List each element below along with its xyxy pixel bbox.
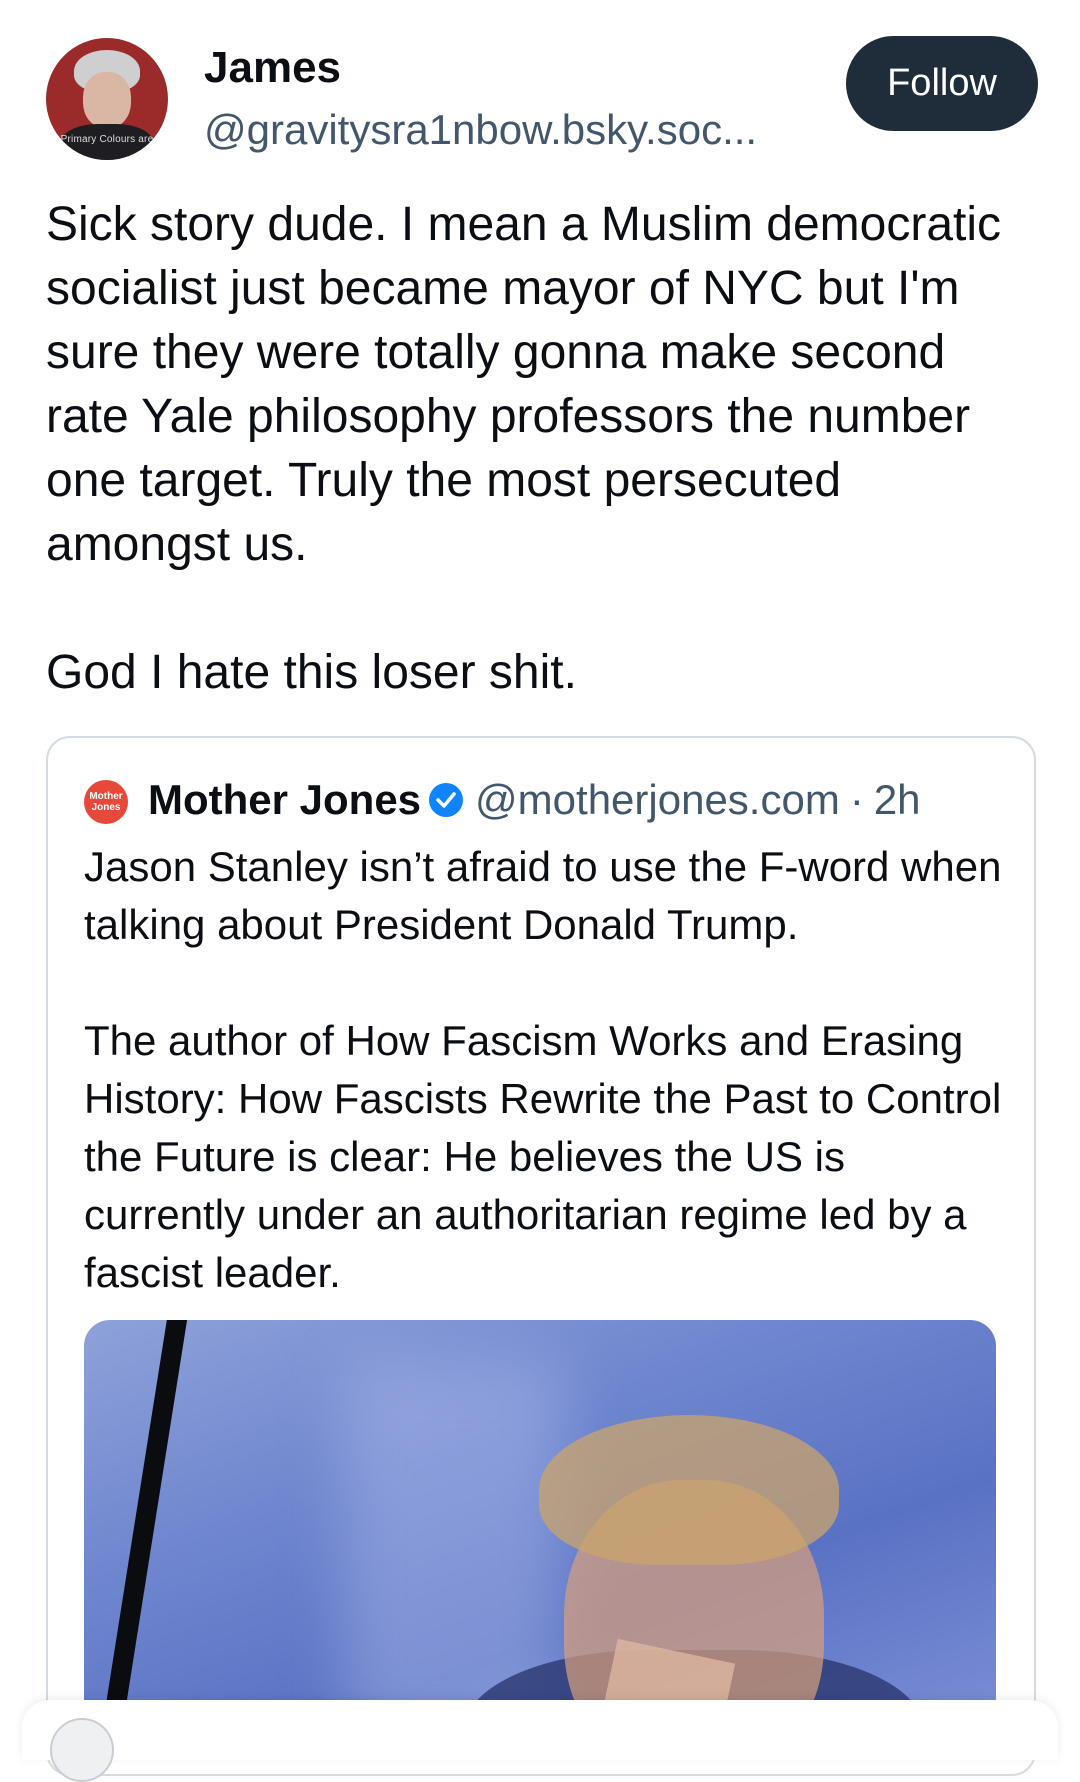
- quoted-post-card[interactable]: Mother Jones Mother Jones @motherjones.c…: [46, 736, 1036, 1776]
- quoted-post-time: 2h: [873, 776, 921, 823]
- follow-button[interactable]: Follow: [846, 36, 1038, 131]
- post: Primary Colours are James @gravitysra1nb…: [0, 0, 1080, 1782]
- quoted-text-paragraph: Jason Stanley isn’t afraid to use the F-…: [84, 843, 1002, 948]
- image-window-pillar: [96, 1320, 190, 1740]
- quoted-text-paragraph: The author of How Fascism Works and Eras…: [84, 1017, 1002, 1296]
- mother-jones-logo[interactable]: Mother Jones: [84, 780, 128, 824]
- separator-dot: ·: [849, 776, 864, 823]
- logo-text: Jones: [91, 802, 121, 813]
- avatar-caption: Primary Colours are: [60, 134, 154, 145]
- quoted-author-name[interactable]: Mother Jones: [148, 776, 421, 824]
- post-text-paragraph: God I hate this loser shit.: [46, 646, 577, 699]
- logo-text: Mother: [89, 791, 123, 802]
- verified-icon: [429, 783, 464, 817]
- post-text: Sick story dude. I mean a Muslim democra…: [46, 193, 1036, 705]
- image-hair: [539, 1415, 839, 1565]
- quoted-post-header: Mother Jones @motherjones.com · 2h: [148, 768, 921, 832]
- quoted-post-image[interactable]: [84, 1320, 996, 1740]
- quoted-author-handle[interactable]: @motherjones.com: [475, 776, 840, 824]
- author-handle[interactable]: @gravitysra1nbow.bsky.soc...: [204, 104, 814, 156]
- next-post-avatar: [50, 1718, 114, 1782]
- post-text-paragraph: Sick story dude. I mean a Muslim democra…: [46, 198, 1002, 571]
- next-post-peek[interactable]: [22, 1700, 1058, 1782]
- quoted-post-text: Jason Stanley isn’t afraid to use the F-…: [84, 838, 1014, 1302]
- author-name[interactable]: James: [204, 42, 341, 94]
- author-avatar[interactable]: Primary Colours are: [46, 38, 168, 160]
- avatar-face: [83, 72, 131, 128]
